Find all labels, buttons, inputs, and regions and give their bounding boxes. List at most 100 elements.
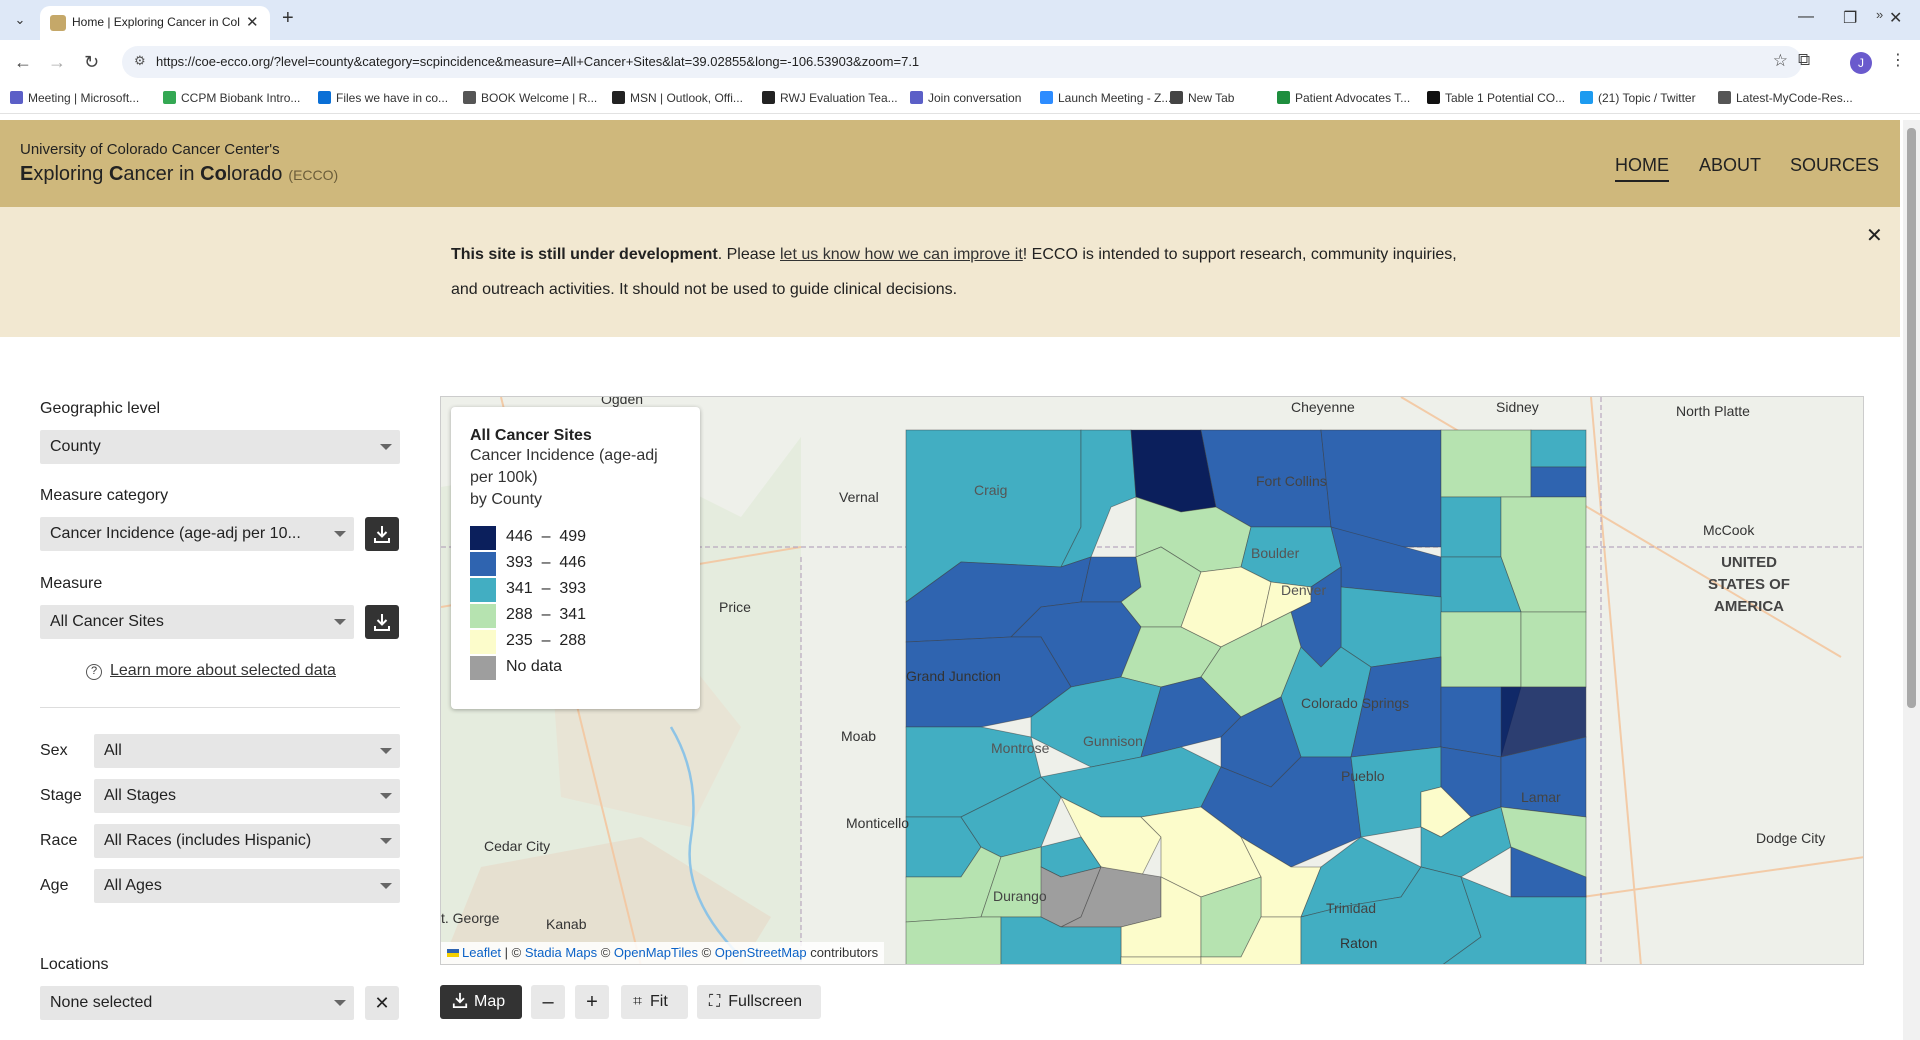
legend-item: 446 – 499 (470, 525, 681, 551)
bookmark-item[interactable]: Join conversation (910, 91, 1021, 105)
bookmark-favicon-icon (612, 91, 625, 104)
chevron-down-icon (380, 444, 392, 450)
bookmark-item[interactable]: Launch Meeting - Z... (1040, 91, 1171, 105)
measure-select[interactable]: All Cancer Sites (40, 605, 354, 639)
profile-avatar[interactable]: J (1850, 52, 1872, 74)
locations-label: Locations (40, 956, 109, 973)
bookmark-favicon-icon (463, 91, 476, 104)
bookmark-item[interactable]: RWJ Evaluation Tea... (762, 91, 898, 105)
download-map-button[interactable]: Map (440, 985, 522, 1019)
reload-icon[interactable]: ↻ (84, 52, 99, 73)
bookmark-item[interactable]: New Tab (1170, 91, 1234, 105)
chevron-down-icon (380, 838, 392, 844)
measure-category-select[interactable]: Cancer Incidence (age-adj per 10... (40, 517, 354, 551)
map-label-st-george: t. George (441, 910, 500, 926)
banner-close-icon[interactable]: ✕ (1866, 223, 1883, 248)
nav-sources[interactable]: SOURCES (1790, 155, 1879, 176)
zoom-in-button[interactable]: + (575, 985, 609, 1019)
tab-title: Home | Exploring Cancer in Col (72, 15, 240, 29)
site-info-icon[interactable]: ⚙ (134, 53, 146, 69)
bookmark-favicon-icon (318, 91, 331, 104)
download-category-button[interactable] (365, 517, 399, 551)
legend-swatch (470, 526, 496, 550)
bookmark-item[interactable]: Files we have in co... (318, 91, 448, 105)
bookmark-item[interactable]: (21) Topic / Twitter (1580, 91, 1696, 105)
legend-title: All Cancer Sites (470, 427, 592, 444)
chevron-down-icon (334, 1000, 346, 1006)
bookmark-item[interactable]: CCPM Biobank Intro... (163, 91, 300, 105)
nav-home[interactable]: HOME (1615, 155, 1669, 182)
fullscreen-button[interactable]: ⛶ Fullscreen (697, 985, 821, 1019)
page-scrollbar[interactable] (1903, 120, 1920, 1040)
brand-title[interactable]: Exploring Cancer in Colorado (ECCO) (20, 163, 338, 186)
bookmark-item[interactable]: Table 1 Potential CO... (1427, 91, 1565, 105)
extensions-icon[interactable]: ⧉ (1798, 50, 1810, 70)
back-icon[interactable]: ← (14, 52, 32, 73)
zoom-out-button[interactable]: – (531, 985, 565, 1019)
new-tab-icon[interactable]: + (282, 7, 294, 30)
map-label-north-platte: North Platte (1676, 403, 1750, 419)
development-banner: This site is still under development. Pl… (0, 207, 1900, 337)
stage-select[interactable]: All Stages (94, 779, 400, 813)
clear-locations-button[interactable]: ✕ (365, 986, 399, 1020)
bookmarks-bar: Meeting | Microsoft... CCPM Biobank Intro… (0, 84, 1920, 114)
scrollbar-thumb[interactable] (1907, 128, 1916, 708)
map-label-colorado-springs: Colorado Springs (1301, 695, 1410, 711)
tab-close-icon[interactable]: ✕ (246, 13, 259, 31)
bookmark-favicon-icon (910, 91, 923, 104)
bookmark-item[interactable]: Meeting | Microsoft... (10, 91, 139, 105)
geographic-level-select[interactable]: County (40, 430, 400, 464)
measure-label: Measure (40, 575, 103, 592)
window-close-icon[interactable]: ✕ (1889, 8, 1902, 28)
map-label-cedar-city: Cedar City (484, 838, 551, 854)
url-field[interactable]: ⚙ https://coe-ecco.org/?level=county&cat… (122, 46, 1802, 78)
tab-search-icon[interactable]: ⌄ (8, 9, 32, 31)
map-attribution: Leaflet | © Stadia Maps © OpenMapTiles ©… (441, 942, 885, 964)
nav-about[interactable]: ABOUT (1699, 155, 1761, 176)
stadia-link[interactable]: Stadia Maps (525, 945, 597, 960)
browser-tab[interactable]: Home | Exploring Cancer in Col ✕ (40, 6, 270, 40)
race-select[interactable]: All Races (includes Hispanic) (94, 824, 400, 858)
map-label-fort-collins: Fort Collins (1256, 473, 1327, 489)
browser-tab-bar: ⌄ Home | Exploring Cancer in Col ✕ + — ❐… (0, 0, 1920, 40)
feedback-link[interactable]: let us know how we can improve it (780, 246, 1023, 263)
minimize-icon[interactable]: — (1798, 8, 1814, 26)
locations-select[interactable]: None selected (40, 986, 354, 1020)
map-label-gunnison: Gunnison (1083, 733, 1143, 749)
fit-button[interactable]: ⌗ Fit (621, 985, 688, 1019)
learn-more-link[interactable]: ? Learn more about selected data (86, 662, 336, 680)
measure-category-label: Measure category (40, 487, 169, 504)
choropleth-map[interactable]: Ogden Cheyenne Sidney North Platte Verna… (440, 396, 1864, 965)
legend-item: 288 – 341 (470, 603, 681, 629)
ukraine-flag-icon (447, 949, 459, 957)
map-label-ogden: Ogden (601, 396, 644, 407)
download-measure-button[interactable] (365, 605, 399, 639)
restore-icon[interactable]: ❐ (1843, 8, 1857, 28)
leaflet-link[interactable]: Leaflet (462, 945, 501, 960)
map-label-kanab: Kanab (546, 916, 587, 932)
sex-select[interactable]: All (94, 734, 400, 768)
forward-icon[interactable]: → (48, 52, 66, 73)
help-icon: ? (86, 664, 102, 680)
address-bar: ← → ↻ ⚙ https://coe-ecco.org/?level=coun… (0, 40, 1920, 84)
legend-item: 341 – 393 (470, 577, 681, 603)
bookmark-item[interactable]: Latest-MyCode-Res... (1718, 91, 1853, 105)
bookmark-item[interactable]: MSN | Outlook, Offi... (612, 91, 743, 105)
more-bookmarks-icon[interactable]: » (1876, 7, 1883, 22)
bookmark-item[interactable]: Patient Advocates T... (1277, 91, 1410, 105)
map-label-boulder: Boulder (1251, 545, 1300, 561)
bookmark-star-icon[interactable]: ☆ (1773, 51, 1788, 71)
age-select[interactable]: All Ages (94, 869, 400, 903)
legend-range: 341 – 393 (506, 580, 587, 597)
map-legend: All Cancer Sites Cancer Incidence (age-a… (451, 407, 700, 709)
legend-swatch (470, 630, 496, 654)
legend-subtitle-3: by County (470, 491, 543, 508)
browser-menu-icon[interactable]: ⋮ (1890, 50, 1906, 70)
openmaptiles-link[interactable]: OpenMapTiles (614, 945, 698, 960)
legend-range: 393 – 446 (506, 554, 587, 571)
openstreetmap-link[interactable]: OpenStreetMap (715, 945, 807, 960)
brand-abbr: (ECCO) (288, 167, 339, 183)
map-label-lamar: Lamar (1521, 789, 1561, 805)
bookmark-item[interactable]: BOOK Welcome | R... (463, 91, 597, 105)
legend-item: No data (470, 655, 681, 681)
